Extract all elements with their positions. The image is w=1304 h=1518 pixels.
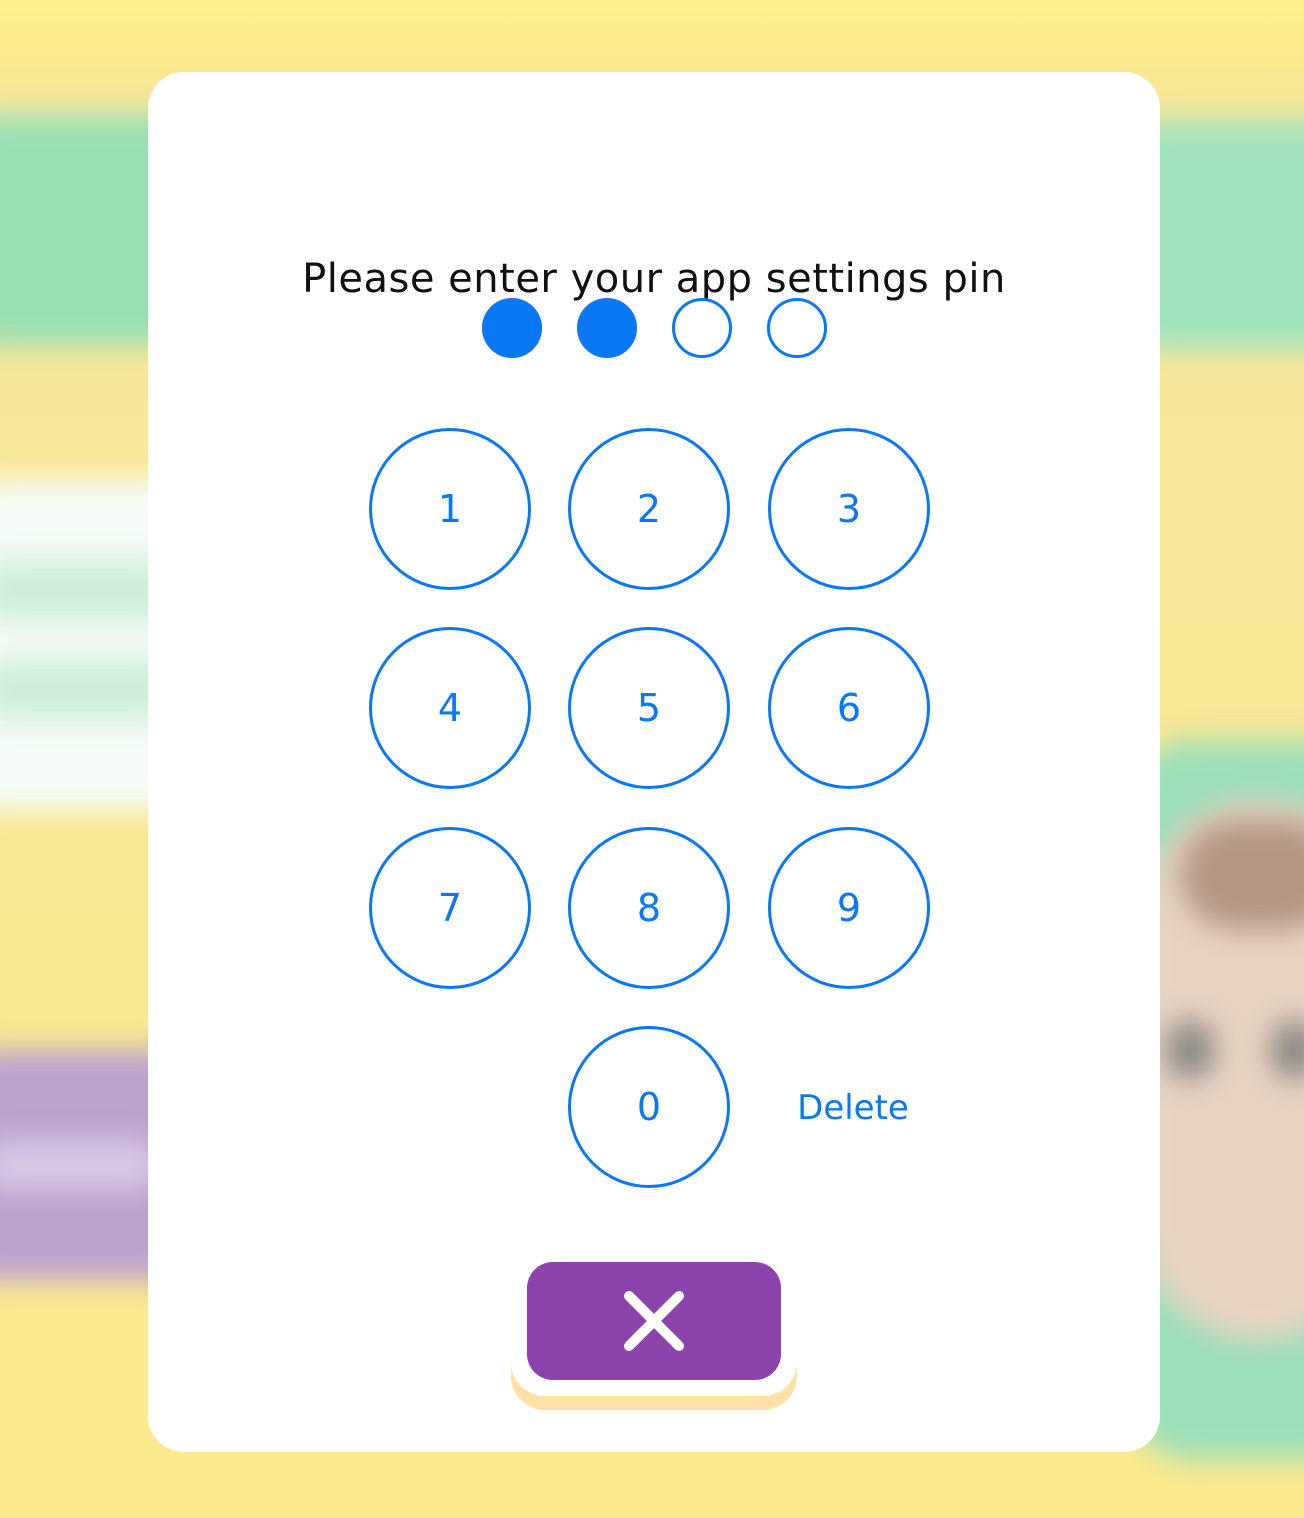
background-character bbox=[1165, 1020, 1215, 1080]
delete-button[interactable]: Delete bbox=[786, 1086, 920, 1130]
keypad-key-3[interactable]: 3 bbox=[768, 428, 930, 590]
close-icon bbox=[624, 1291, 684, 1351]
close-button[interactable] bbox=[527, 1262, 781, 1380]
keypad-key-4[interactable]: 4 bbox=[369, 627, 531, 789]
dialog-title: Please enter your app settings pin bbox=[302, 256, 1006, 302]
keypad-key-6[interactable]: 6 bbox=[768, 627, 930, 789]
keypad-key-2[interactable]: 2 bbox=[568, 428, 730, 590]
pin-dot bbox=[482, 298, 542, 358]
keypad-key-5[interactable]: 5 bbox=[568, 627, 730, 789]
close-button-frame bbox=[511, 1248, 797, 1412]
pin-indicator bbox=[482, 298, 827, 358]
background-card bbox=[0, 1140, 160, 1190]
keypad-key-9[interactable]: 9 bbox=[768, 827, 930, 989]
pin-dot bbox=[672, 298, 732, 358]
pin-dot bbox=[577, 298, 637, 358]
keypad-key-7[interactable]: 7 bbox=[369, 827, 531, 989]
pin-dot bbox=[767, 298, 827, 358]
background-character bbox=[1180, 820, 1304, 930]
keypad-key-8[interactable]: 8 bbox=[568, 827, 730, 989]
keypad-key-1[interactable]: 1 bbox=[369, 428, 531, 590]
keypad-key-0[interactable]: 0 bbox=[568, 1026, 730, 1188]
